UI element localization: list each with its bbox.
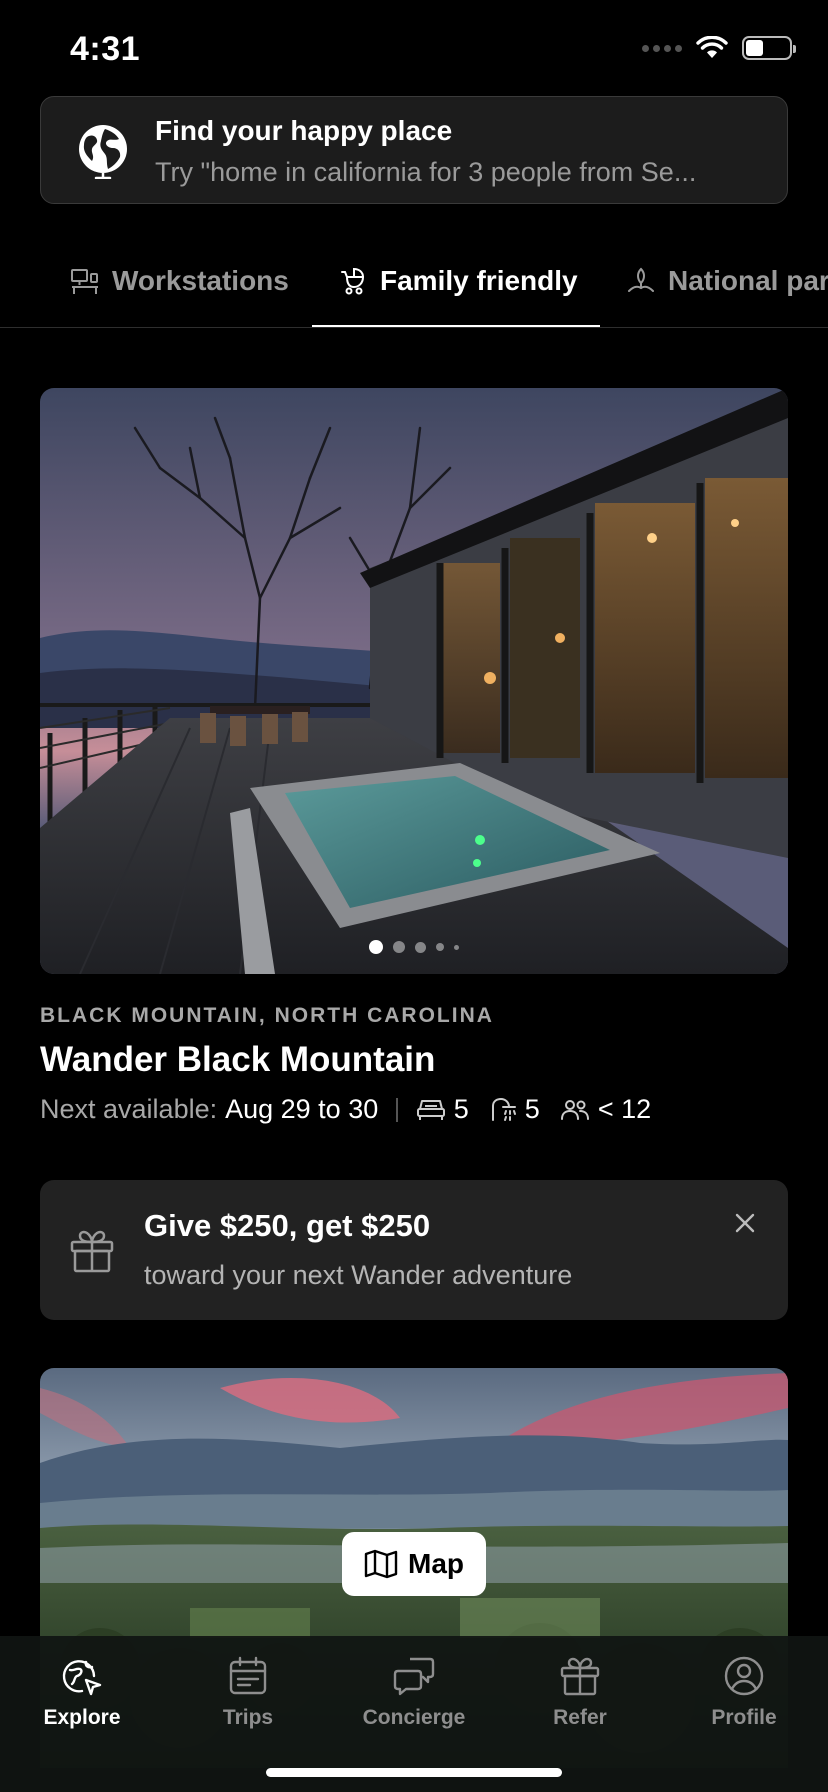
desk-icon (71, 269, 98, 294)
nav-explore[interactable]: Explore (12, 1654, 152, 1730)
status-time: 4:31 (70, 30, 141, 68)
next-available-dates: Aug 29 to 30 (225, 1094, 379, 1124)
listing-photo-image (40, 388, 788, 974)
listing-photo[interactable] (40, 388, 788, 974)
nav-label: Concierge (362, 1706, 466, 1729)
bedrooms: 5 (416, 1094, 469, 1125)
map-button[interactable]: Map (342, 1532, 486, 1596)
shower-icon (491, 1097, 516, 1121)
search-title: Find your happy place (155, 115, 453, 146)
nav-trips[interactable]: Trips (178, 1654, 318, 1730)
tab-national-parks[interactable]: National parks (626, 234, 828, 327)
next-available-label: Next available: (40, 1094, 218, 1124)
close-icon[interactable] (732, 1210, 758, 1236)
map-icon (364, 1549, 398, 1579)
tab-workstations[interactable]: Workstations (70, 234, 289, 327)
tab-label: Family friendly (380, 265, 578, 296)
promo-subtitle: toward your next Wander adventure (144, 1260, 573, 1290)
divider (396, 1097, 398, 1122)
bathroom-count: 5 (524, 1094, 540, 1124)
status-icons (642, 36, 796, 60)
profile-icon (724, 1656, 764, 1696)
tab-label: Workstations (112, 265, 289, 296)
calendar-icon (229, 1656, 267, 1695)
wifi-icon (696, 36, 728, 58)
nav-label: Trips (222, 1706, 274, 1729)
listing-location: BLACK MOUNTAIN, NORTH CAROLINA (40, 1004, 494, 1027)
battery-icon (742, 36, 796, 60)
guest-count: < 12 (597, 1094, 652, 1124)
promo-title: Give $250, get $250 (144, 1208, 431, 1243)
bathrooms: 5 (489, 1094, 540, 1125)
park-icon (628, 267, 654, 292)
people-icon (560, 1099, 589, 1120)
bed-icon (416, 1099, 445, 1120)
search-bar[interactable]: Find your happy place Try "home in calif… (40, 96, 788, 204)
chat-bubbles-icon (393, 1657, 435, 1696)
nav-label: Profile (711, 1706, 777, 1729)
tab-family-friendly[interactable]: Family friendly (338, 234, 578, 327)
bedroom-count: 5 (453, 1094, 469, 1124)
listing-meta: Next available: Aug 29 to 30 5 5 < 12 (40, 1094, 671, 1125)
map-button-label: Map (408, 1548, 464, 1579)
nav-concierge[interactable]: Concierge (344, 1654, 484, 1730)
gift-icon (70, 1230, 114, 1273)
tab-label: National parks (668, 265, 828, 296)
referral-promo-card[interactable]: Give $250, get $250 toward your next Wan… (40, 1180, 788, 1320)
explore-icon (62, 1660, 102, 1696)
nav-label: Refer (553, 1706, 607, 1729)
nav-label: Explore (43, 1706, 121, 1729)
status-bar: 4:31 (0, 0, 828, 100)
cellular-signal-icon (642, 44, 682, 52)
home-indicator (266, 1768, 562, 1777)
photo-carousel-dots[interactable] (40, 940, 788, 954)
listing-name[interactable]: Wander Black Mountain (40, 1040, 435, 1080)
active-tab-indicator (312, 325, 600, 327)
nav-profile[interactable]: Profile (674, 1654, 814, 1730)
category-tabs: Workstations Family friendly National pa… (0, 234, 828, 328)
nav-refer[interactable]: Refer (510, 1654, 650, 1730)
guests: < 12 (560, 1094, 651, 1125)
globe-icon (79, 125, 127, 179)
search-placeholder: Try "home in california for 3 people fro… (155, 157, 697, 187)
stroller-icon (341, 267, 365, 295)
gift-icon (560, 1657, 600, 1696)
